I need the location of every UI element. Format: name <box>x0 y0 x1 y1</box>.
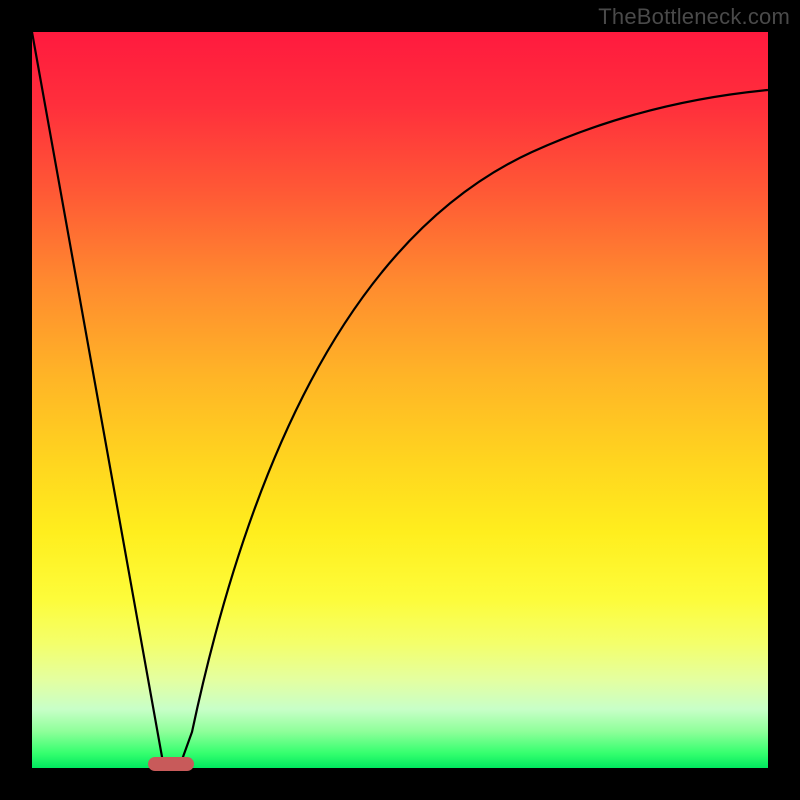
chart-outer-frame: TheBottleneck.com <box>0 0 800 800</box>
curve-layer <box>32 32 768 768</box>
trough-marker <box>148 757 194 771</box>
plot-area <box>32 32 768 768</box>
bottleneck-curve <box>32 32 768 768</box>
watermark-text: TheBottleneck.com <box>598 4 790 30</box>
